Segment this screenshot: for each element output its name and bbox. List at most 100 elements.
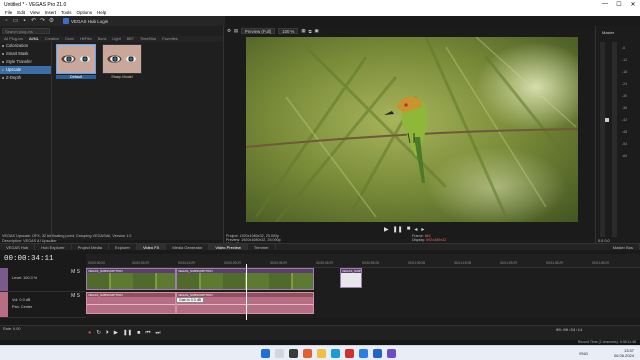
fx-tab[interactable]: Light	[112, 37, 120, 41]
fx-tab[interactable]: Domi	[65, 37, 74, 41]
vegas-pro-icon[interactable]	[373, 349, 382, 358]
go-to-end-icon[interactable]: ⏭	[155, 330, 160, 337]
widgets-icon[interactable]	[303, 349, 312, 358]
task-view-icon[interactable]	[289, 349, 298, 358]
ruler-mark: 00:00:29:29	[224, 261, 241, 265]
timecode-display: 00:00:34:11	[4, 255, 54, 263]
play-icon[interactable]: ▶	[384, 226, 389, 233]
overlay-icon[interactable]: ▦	[301, 28, 305, 34]
fx-tree-item-selected[interactable]: Upscale	[0, 66, 51, 74]
audio-clip[interactable]: VEGAS_SUBSCRIPTION	[86, 292, 176, 314]
minimize-button[interactable]: —	[598, 1, 612, 8]
pause-icon[interactable]: ❚❚	[123, 330, 132, 337]
mail-icon[interactable]	[359, 349, 368, 358]
split-screen-icon[interactable]: ▤	[234, 28, 238, 34]
menu-help[interactable]: Help	[97, 10, 106, 15]
display-label: Display:	[412, 238, 426, 243]
system-tray[interactable]: ENG 13:57 06.06.2024	[579, 348, 634, 358]
ruler-mark: 00:01:49:29	[592, 261, 609, 265]
meter-scale-mark: -30	[622, 94, 628, 98]
stop-icon[interactable]: ■	[407, 226, 411, 233]
menu-view[interactable]: View	[30, 10, 40, 15]
fx-tab[interactable]: Time/Blur	[140, 37, 156, 41]
ruler-mark: 00:01:09:28	[408, 261, 425, 265]
mute-solo-buttons[interactable]: M S	[71, 293, 80, 299]
playhead-cursor[interactable]	[246, 264, 247, 320]
fx-search-input[interactable]: Search plug-ins	[2, 28, 50, 34]
fx-tree-item[interactable]: Smart Mask	[0, 50, 51, 58]
record-icon[interactable]: ●	[88, 330, 91, 337]
fx-tree-item[interactable]: Colorization	[0, 42, 51, 50]
pan-label: Pan:	[12, 305, 20, 309]
video-fx-panel: Search plug-ins All Plug-ins AI/ML Creat…	[0, 26, 223, 243]
redo-icon[interactable]: ↷	[39, 18, 46, 25]
hub-login-button[interactable]: VEGAS Hub Login	[63, 18, 108, 24]
fx-tab[interactable]: AI/ML	[29, 37, 39, 41]
video-clip-dragging[interactable]: VEGAS_SUBSCRIPTION	[340, 268, 362, 288]
undo-icon[interactable]: ↶	[30, 18, 37, 25]
preview-zoom-select[interactable]: 100 %	[278, 28, 299, 34]
settings-icon[interactable]: ⚙	[48, 18, 55, 25]
audio-track-number	[0, 292, 8, 317]
vegas-hub-icon	[63, 18, 69, 24]
audio-clip[interactable]: VEGAS_SUBSCRIPTION	[176, 292, 314, 314]
copy-snapshot-icon[interactable]: ⧉	[308, 29, 311, 34]
open-icon[interactable]: ▭	[12, 18, 19, 25]
meter-scale-mark: -48	[622, 130, 628, 134]
clock-date: 06.06.2024	[613, 353, 634, 358]
fx-tab[interactable]: All Plug-ins	[4, 37, 23, 41]
ruler-mark: 00:00:49:29	[316, 261, 333, 265]
go-to-start-icon[interactable]: ⏮	[145, 330, 150, 337]
search-icon[interactable]	[275, 349, 284, 358]
play-from-start-icon[interactable]: ⏵	[106, 330, 109, 337]
preview-frame	[246, 37, 578, 222]
close-button[interactable]: ✕	[626, 1, 640, 8]
preview-settings-icon[interactable]: ⚙	[227, 28, 231, 34]
time-ruler[interactable]: 00:00:00:00 00:00:09:29 00:00:19:29 00:0…	[86, 254, 640, 268]
pause-icon[interactable]: ❚❚	[393, 226, 403, 233]
app-icon[interactable]	[387, 349, 396, 358]
fx-tree-item[interactable]: Z-Depth	[0, 74, 51, 82]
play-icon[interactable]: ▶	[114, 330, 118, 337]
language-indicator[interactable]: ENG	[579, 351, 588, 356]
meter-scale: -6 -12 -18 -24 -30 -36 -42 -48 -54 -60	[622, 42, 627, 162]
menu-tools[interactable]: Tools	[61, 10, 72, 15]
menu-options[interactable]: Options	[77, 10, 93, 15]
preset-sharp-model[interactable]: Sharp Model	[102, 44, 142, 82]
preset-default[interactable]: Default	[56, 44, 96, 82]
rate-label: Rate: 0.00	[3, 327, 21, 331]
file-explorer-icon[interactable]	[317, 349, 326, 358]
loop-icon[interactable]: ↻	[96, 330, 101, 337]
window-title: Untitled * - VEGAS Pro 21.0	[4, 1, 67, 8]
prev-frame-icon[interactable]: ◂	[414, 226, 417, 233]
video-track-number	[0, 268, 8, 291]
save-snapshot-icon[interactable]: ▣	[315, 28, 319, 34]
video-clip[interactable]: VEGAS_SUBSCRIPTION	[86, 268, 176, 290]
menu-insert[interactable]: Insert	[45, 10, 56, 15]
main-toolbar: ▫ ▭ ▪ ↶ ↷ ⚙ VEGAS Hub Login	[0, 16, 225, 26]
fx-tab[interactable]: Creative	[45, 37, 59, 41]
edge-icon[interactable]	[331, 349, 340, 358]
fx-tree-item[interactable]: Style Transfer	[0, 58, 51, 66]
start-icon[interactable]	[261, 349, 270, 358]
fx-tab[interactable]: Favorites	[162, 37, 178, 41]
video-track-header[interactable]: Level: 100.0 % M S	[0, 268, 86, 292]
maximize-button[interactable]: ☐	[612, 1, 626, 8]
vol-label: Vol:	[12, 298, 19, 302]
new-project-icon[interactable]: ▫	[3, 18, 10, 25]
fx-tab[interactable]: Boris	[98, 37, 107, 41]
stop-icon[interactable]: ■	[137, 330, 140, 337]
master-fader[interactable]	[605, 118, 609, 122]
preview-quality-select[interactable]: Preview (Full)	[240, 28, 276, 34]
menu-edit[interactable]: Edit	[17, 10, 25, 15]
bee-eater-image	[246, 37, 578, 222]
menu-file[interactable]: File	[5, 10, 12, 15]
audio-track-header[interactable]: Vol: 0.0 dB Pan: Center M S	[0, 292, 86, 318]
video-clip[interactable]: VEGAS_SUBSCRIPTION	[176, 268, 314, 290]
next-frame-icon[interactable]: ▸	[421, 226, 424, 233]
fx-tab[interactable]: HitFilm	[80, 37, 92, 41]
mute-solo-buttons[interactable]: M S	[71, 269, 80, 275]
fx-tab[interactable]: BBT	[127, 37, 134, 41]
save-icon[interactable]: ▪	[21, 18, 28, 25]
app-icon[interactable]	[345, 349, 354, 358]
